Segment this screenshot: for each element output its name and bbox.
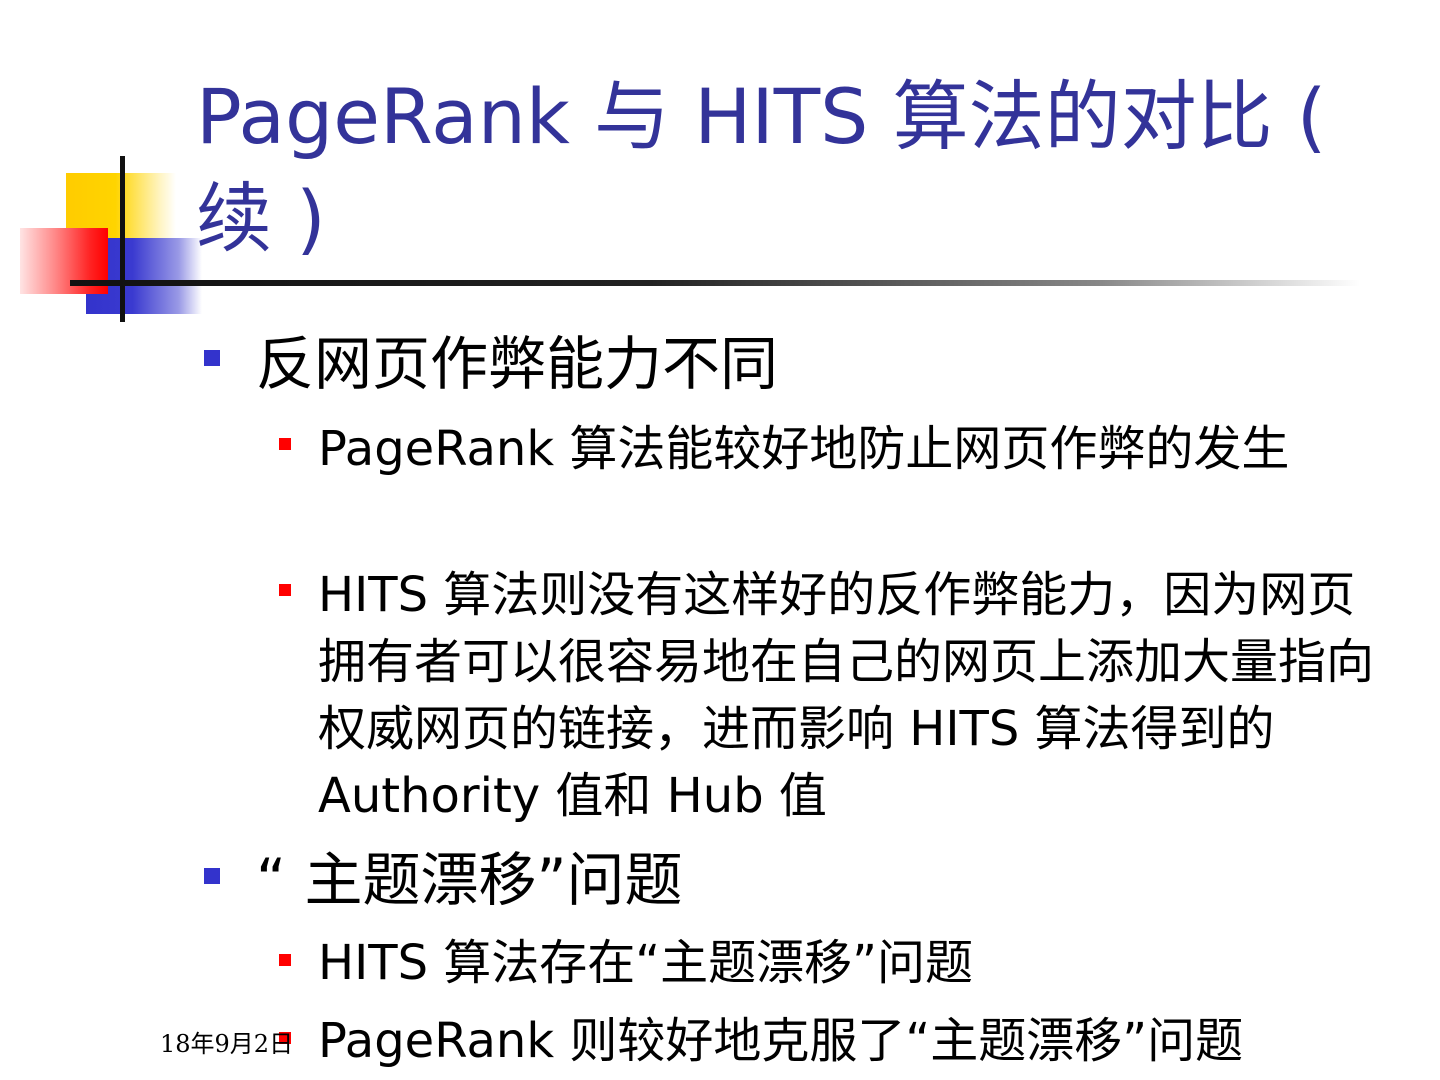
title-underline: [70, 280, 1360, 286]
bullet-text: HITS 算法存在“主题漂移”问题: [318, 935, 974, 991]
slide: PageRank 与 HITS 算法的对比 ( 续 ) 反网页作弊能力不同 Pa…: [0, 0, 1440, 1080]
bullet-square-icon: [279, 584, 291, 596]
bullet-text: PageRank 算法能较好地防止网页作弊的发生: [318, 421, 1290, 477]
bullet-text: “ 主题漂移”问题: [256, 846, 683, 914]
bullet-text: 反网页作弊能力不同: [256, 330, 779, 398]
bullet-text: PageRank 则较好地克服了“主题漂移”问题: [318, 1013, 1244, 1069]
slide-title: PageRank 与 HITS 算法的对比 ( 续 ): [196, 72, 1327, 263]
bullet-square-icon: [204, 350, 220, 366]
bullet-square-icon: [204, 868, 220, 884]
logo-vertical-line: [120, 156, 125, 322]
footer-date: 18年9月2日: [160, 1030, 294, 1058]
bullet-square-icon: [279, 954, 291, 966]
bullet-text: HITS 算法则没有这样好的反作弊能力，因为网页拥有者可以很容易地在自己的网页上…: [318, 567, 1375, 824]
bullet-square-icon: [279, 438, 291, 450]
